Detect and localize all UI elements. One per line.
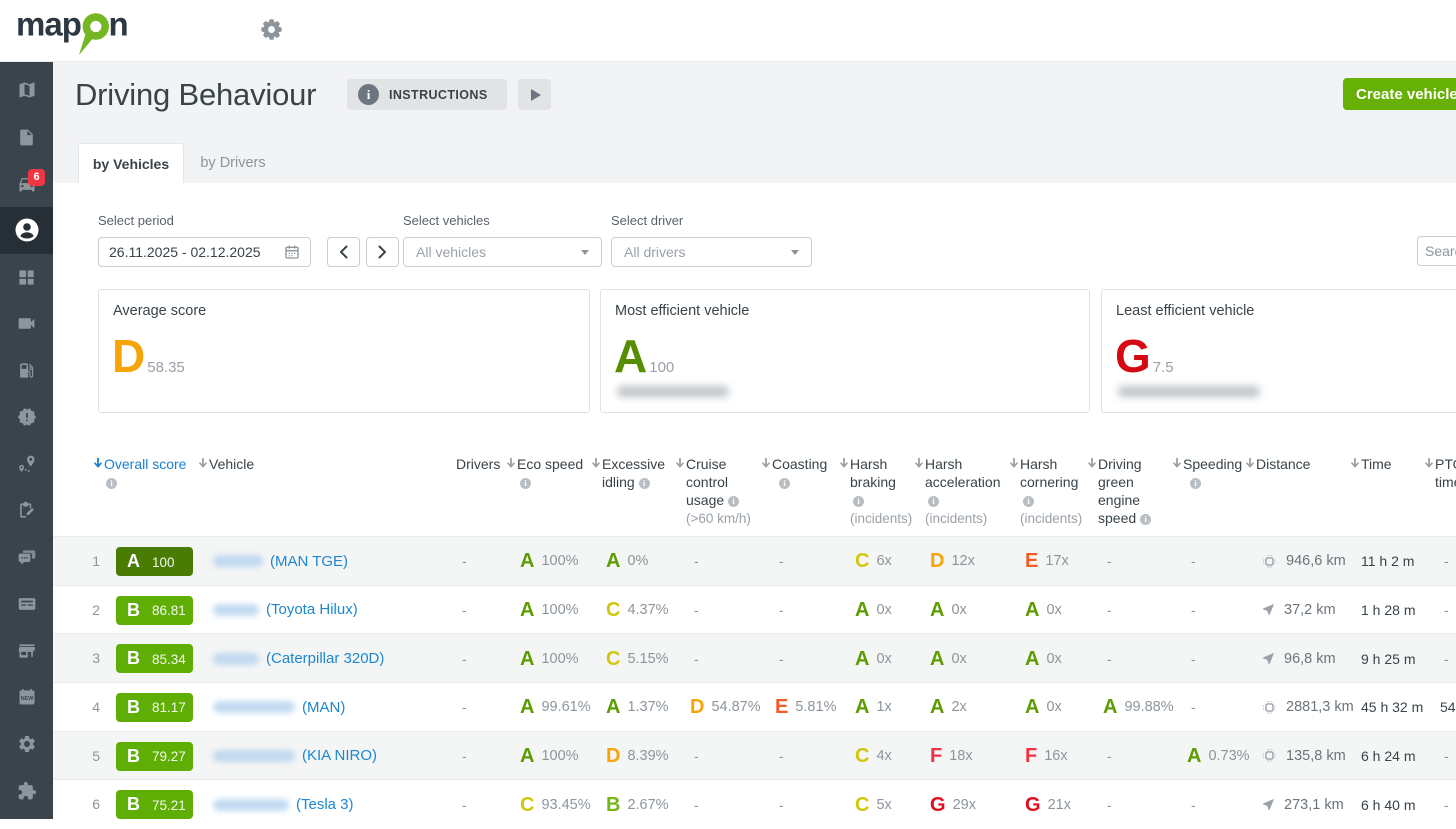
svg-text:n: n [109,10,129,43]
svg-text:map: map [16,10,81,43]
svg-text:NEW: NEW [20,696,34,702]
